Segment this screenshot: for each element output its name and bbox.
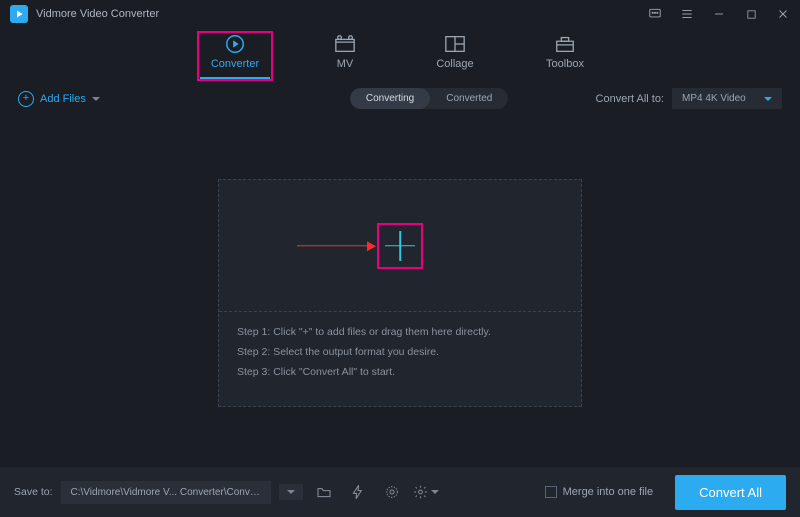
content-area: Step 1: Click "+" to add files or drag t… <box>0 119 800 459</box>
collage-icon <box>444 34 466 54</box>
footer: Save to: C:\Vidmore\Vidmore V... Convert… <box>0 467 800 517</box>
nav-label: Collage <box>436 58 473 70</box>
tab-collage[interactable]: Collage <box>420 34 490 78</box>
checkbox-icon <box>545 486 557 498</box>
mv-icon <box>334 34 356 54</box>
app-logo <box>10 5 28 23</box>
sub-tabs: Converting Converted <box>350 88 509 109</box>
annotation-arrow <box>297 245 375 247</box>
convert-all-button[interactable]: Convert All <box>675 475 786 510</box>
toolbox-icon <box>554 34 576 54</box>
convert-all-to-label: Convert All to: <box>596 93 664 105</box>
nav-label: Toolbox <box>546 58 584 70</box>
instructions: Step 1: Click "+" to add files or drag t… <box>219 312 581 392</box>
format-selected-value: MP4 4K Video <box>682 93 746 104</box>
merge-label: Merge into one file <box>563 486 654 498</box>
high-speed-button[interactable] <box>379 479 405 505</box>
save-to-label: Save to: <box>14 486 53 498</box>
minimize-icon[interactable] <box>712 7 726 21</box>
close-icon[interactable] <box>776 7 790 21</box>
tab-converted[interactable]: Converted <box>430 88 508 109</box>
feedback-icon[interactable] <box>648 7 662 21</box>
add-button[interactable] <box>377 223 423 269</box>
open-folder-button[interactable] <box>311 479 337 505</box>
plus-circle-icon: + <box>18 91 34 107</box>
save-path-input[interactable]: C:\Vidmore\Vidmore V... Converter\Conver… <box>61 481 271 504</box>
converter-icon <box>224 34 246 54</box>
titlebar: Vidmore Video Converter <box>0 0 800 28</box>
tab-converter[interactable]: Converter <box>200 34 270 78</box>
tab-toolbox[interactable]: Toolbox <box>530 34 600 78</box>
step-text: Step 3: Click "Convert All" to start. <box>237 366 563 378</box>
dropzone[interactable]: Step 1: Click "+" to add files or drag t… <box>218 179 582 407</box>
nav-label: MV <box>337 58 354 70</box>
tab-converting[interactable]: Converting <box>350 88 430 109</box>
tab-mv[interactable]: MV <box>310 34 380 78</box>
step-text: Step 2: Select the output format you des… <box>237 346 563 358</box>
dropzone-top <box>219 180 581 312</box>
menu-icon[interactable] <box>680 7 694 21</box>
app-title: Vidmore Video Converter <box>36 8 648 20</box>
chevron-down-icon <box>287 490 295 494</box>
chevron-down-icon <box>431 490 439 494</box>
add-files-button[interactable]: + Add Files <box>18 91 100 107</box>
nav-label: Converter <box>211 58 259 70</box>
step-text: Step 1: Click "+" to add files or drag t… <box>237 326 563 338</box>
merge-checkbox[interactable]: Merge into one file <box>545 486 654 498</box>
chevron-down-icon <box>92 97 100 101</box>
toolbar: + Add Files Converting Converted Convert… <box>0 78 800 119</box>
convert-all-to: Convert All to: MP4 4K Video <box>596 88 782 109</box>
maximize-icon[interactable] <box>744 7 758 21</box>
chevron-down-icon <box>764 97 772 101</box>
add-files-label: Add Files <box>40 93 86 105</box>
settings-button[interactable] <box>413 479 439 505</box>
format-dropdown[interactable]: MP4 4K Video <box>672 88 782 109</box>
main-nav: Converter MV Collage Toolbox <box>0 28 800 78</box>
hw-accel-button[interactable] <box>345 479 371 505</box>
save-path-dropdown[interactable] <box>279 484 303 500</box>
